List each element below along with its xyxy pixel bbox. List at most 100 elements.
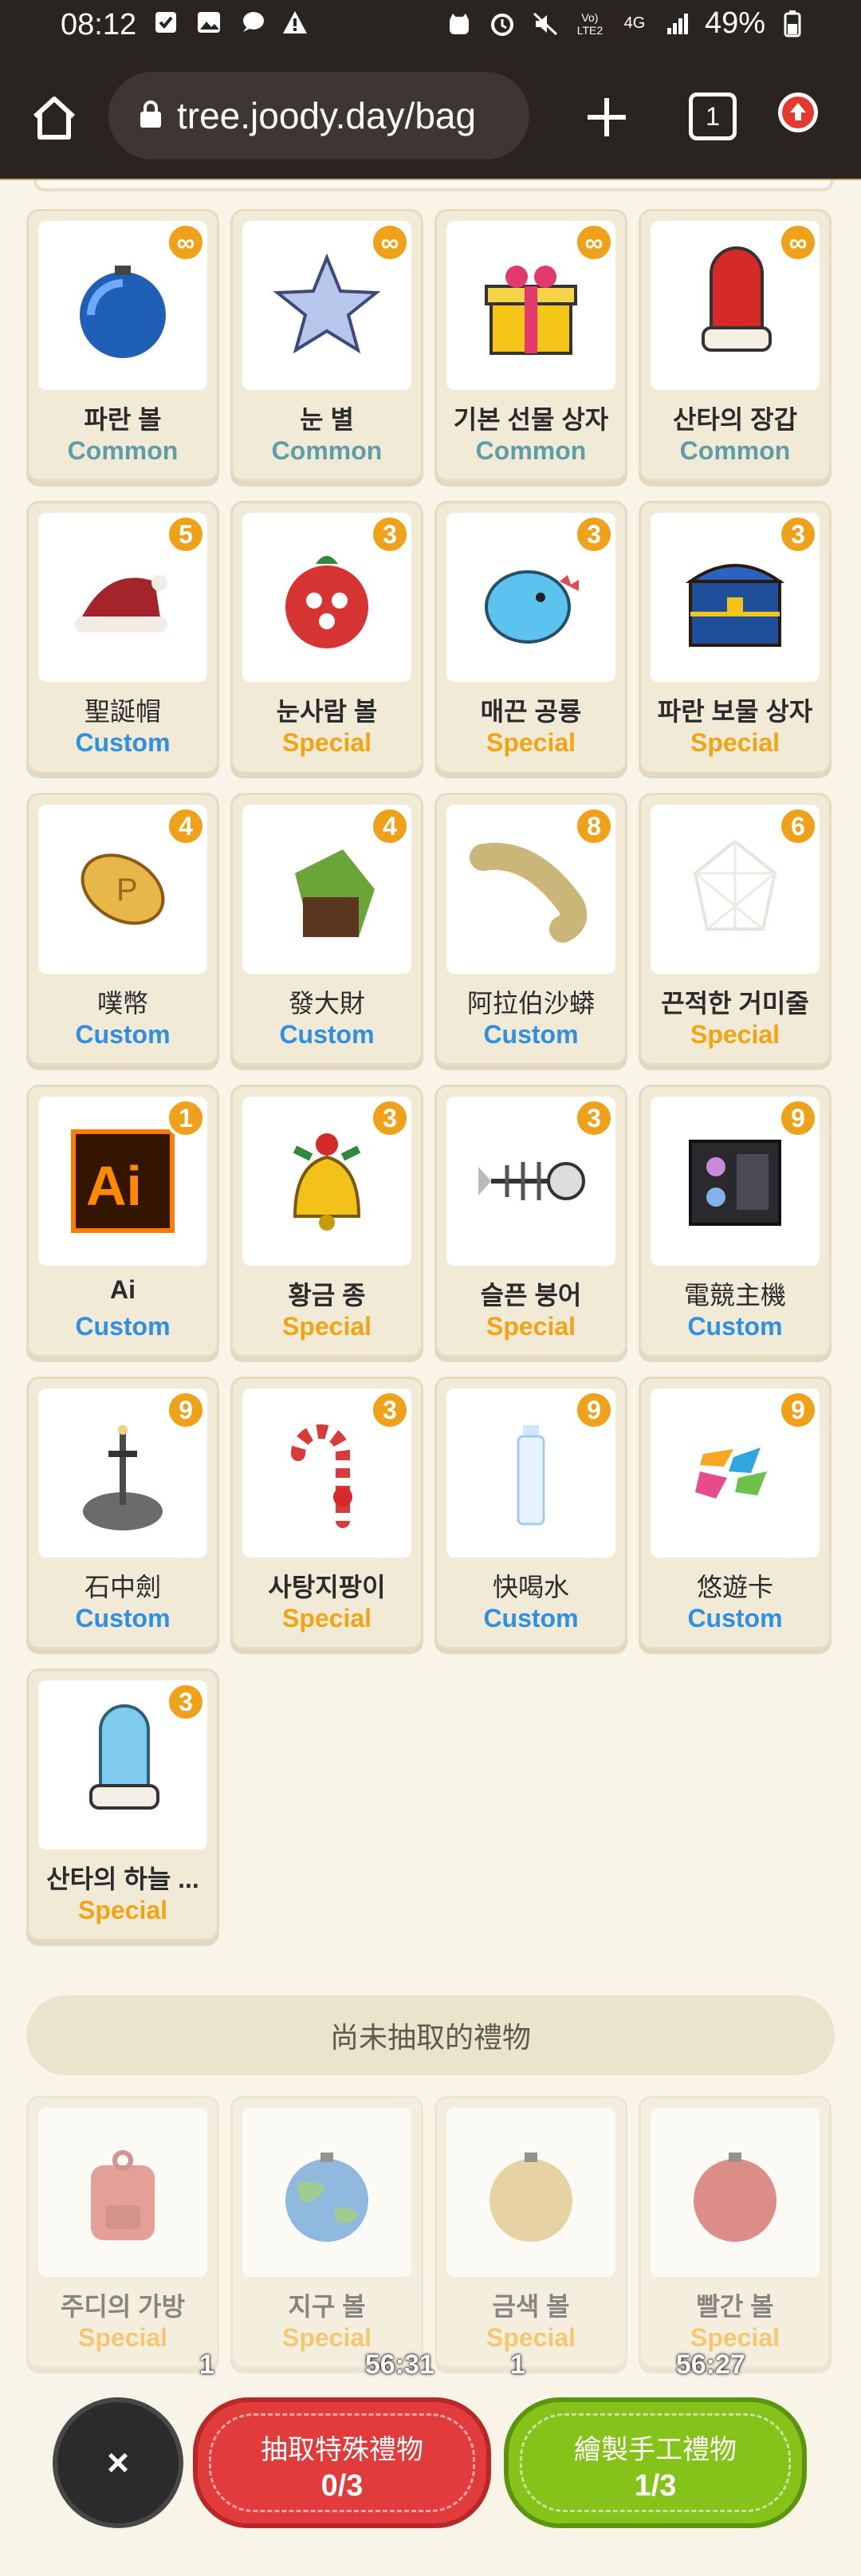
gift-rarity: Custom (75, 1604, 171, 1633)
gift-name: 發大財 (288, 989, 365, 1018)
sword-in-stone-icon (83, 1425, 163, 1530)
gift-image (242, 2108, 411, 2277)
gift-name: 매끈 공룡 (480, 697, 582, 726)
gift-card[interactable]: 지구 볼 Special (230, 2096, 423, 2369)
gift-card[interactable]: 빨간 볼 Special (639, 2096, 832, 2369)
lock-icon (139, 99, 163, 133)
gift-card[interactable]: 9 悠遊卡 Custom (639, 1377, 832, 1649)
gift-rarity: Common (271, 436, 383, 465)
quantity-badge: ∞ (166, 223, 206, 262)
quantity-badge: 9 (166, 1390, 206, 1430)
gift-rarity: Special (281, 728, 372, 757)
alarm-icon (486, 8, 518, 40)
svg-text:Ai: Ai (86, 1155, 142, 1217)
gift-card[interactable]: 5 聖誕帽 Custom (26, 501, 219, 774)
gift-card[interactable]: 주디의 가방 Special (26, 2096, 219, 2369)
gift-image (446, 2108, 615, 2277)
gift-name: 빨간 볼 (696, 2292, 774, 2321)
quantity-badge: 3 (370, 1098, 410, 1138)
gift-name: 눈 별 (300, 405, 354, 434)
quantity-badge: 3 (778, 514, 818, 554)
new-tab-button[interactable] (577, 88, 636, 147)
gift-card[interactable]: 3 사탕지팡이 Special (230, 1377, 423, 1649)
gift-card[interactable]: 9 電競主機 Custom (639, 1085, 832, 1357)
gift-name: 電競主機 (683, 1281, 786, 1310)
gift-name: 지구 볼 (288, 2292, 366, 2321)
gift-name: 금색 볼 (492, 2292, 570, 2321)
quantity-badge: 8 (574, 806, 614, 846)
gift-rarity: Custom (279, 1020, 375, 1049)
golden-bell-icon (293, 1133, 361, 1231)
gift-card[interactable]: 9 快喝水 Custom (434, 1377, 627, 1649)
gift-card[interactable]: 3 파란 보물 상자 Special (639, 501, 832, 774)
gift-card[interactable]: 3 슬픈 붕어 Special (434, 1085, 627, 1357)
lte-icon: Vo) LTE2 (576, 10, 603, 37)
gift-card[interactable]: 8 阿拉伯沙蟒 Custom (434, 793, 627, 1065)
gift-card[interactable]: 3 매끈 공룡 Special (434, 501, 627, 774)
gift-rarity: Special (281, 1312, 372, 1341)
gift-card[interactable]: ∞ 산타의 장갑 Common (639, 209, 832, 482)
upload-icon (782, 97, 814, 128)
gift-card[interactable]: ∞ 눈 별 Common (230, 209, 423, 482)
close-button[interactable]: × (53, 2397, 183, 2528)
checkbox-icon (150, 6, 182, 38)
draw-special-gift-button[interactable]: 抽取特殊禮物 0/3 (193, 2397, 491, 2528)
gift-rarity: Custom (75, 1312, 171, 1341)
gift-rarity: Custom (75, 728, 171, 757)
gift-card[interactable]: 4 發大財 Custom (230, 793, 423, 1065)
gallery-icon (193, 6, 225, 38)
draw-handmade-gift-button[interactable]: 繪製手工禮物 1/3 (504, 2397, 807, 2528)
home-button[interactable] (26, 89, 83, 147)
gift-rarity: Special (486, 1312, 576, 1341)
gift-rarity: Custom (687, 1604, 783, 1633)
url-text: tree.joody.day/bag (177, 95, 477, 136)
gift-card[interactable]: 3 눈사람 볼 Special (230, 501, 423, 774)
gift-name: 기본 선물 상자 (453, 405, 609, 434)
gift-name: 파란 보물 상자 (657, 697, 813, 726)
profile-button[interactable] (778, 93, 818, 132)
gift-card[interactable]: ∞ 기본 선물 상자 Common (434, 209, 627, 482)
quantity-badge: 9 (778, 1098, 818, 1138)
spider-web-icon (693, 839, 777, 931)
gold-ornament-icon (489, 2153, 572, 2242)
red-ball-ornament-icon (694, 2153, 776, 2242)
gift-rarity: Special (690, 2323, 780, 2352)
quantity-badge: 3 (370, 1390, 410, 1430)
blue-dinosaur-icon (485, 570, 579, 644)
gift-rarity: Custom (75, 1020, 171, 1049)
quantity-badge: 9 (574, 1390, 614, 1430)
status-bar: 08:12 Vo) LTE2 4G 49% (0, 0, 861, 51)
quantity-badge: 1 (166, 1098, 206, 1138)
quantity-badge: 5 (166, 514, 206, 554)
blue-ornament-icon (80, 266, 166, 358)
gift-rarity: Special (77, 1896, 168, 1924)
gift-name: 황금 종 (288, 1281, 366, 1310)
gold-coin-icon: P (81, 853, 165, 925)
earth-ornament-icon (285, 2153, 368, 2242)
tab-switcher-button[interactable]: 1 (689, 93, 737, 140)
gift-rarity: Common (475, 436, 587, 465)
gift-card[interactable]: P 4 噗幣 Custom (26, 793, 219, 1065)
owned-gifts-grid: ∞ 파란 볼 Common ∞ 눈 별 Common ∞ 기본 선물 상자 Common ∞ 산타의… (26, 209, 835, 1941)
backpack-icon (91, 2150, 155, 2240)
gift-rarity: Common (67, 436, 179, 465)
quantity-badge: ∞ (370, 223, 410, 262)
quantity-badge: 4 (166, 806, 206, 846)
gift-name: 快喝水 (492, 1573, 569, 1601)
gift-card[interactable]: 3 황금 종 Special (230, 1085, 423, 1357)
gift-card[interactable]: 3 산타의 하늘 ... Special (26, 1668, 219, 1941)
gift-card[interactable]: ∞ 파란 볼 Common (26, 209, 219, 482)
gift-rarity: Special (281, 2323, 372, 2352)
gift-card[interactable]: 9 石中劍 Custom (26, 1377, 219, 1649)
easycard-icon (695, 1448, 767, 1499)
gift-rarity: Special (690, 1020, 780, 1049)
gift-card[interactable]: Ai 1 Ai Custom (26, 1085, 219, 1357)
gaming-pc-icon (689, 1140, 781, 1226)
gift-name: 눈사람 볼 (276, 697, 378, 726)
gift-rarity: Special (690, 728, 780, 757)
address-bar[interactable]: tree.joody.day/bag (108, 72, 529, 160)
gift-card[interactable]: 6 끈적한 거미줄 Special (639, 793, 832, 1065)
quantity-badge: 3 (370, 514, 410, 554)
blue-mitten-icon (89, 1704, 159, 1810)
gift-card[interactable]: 금색 볼 Special (434, 2096, 627, 2369)
